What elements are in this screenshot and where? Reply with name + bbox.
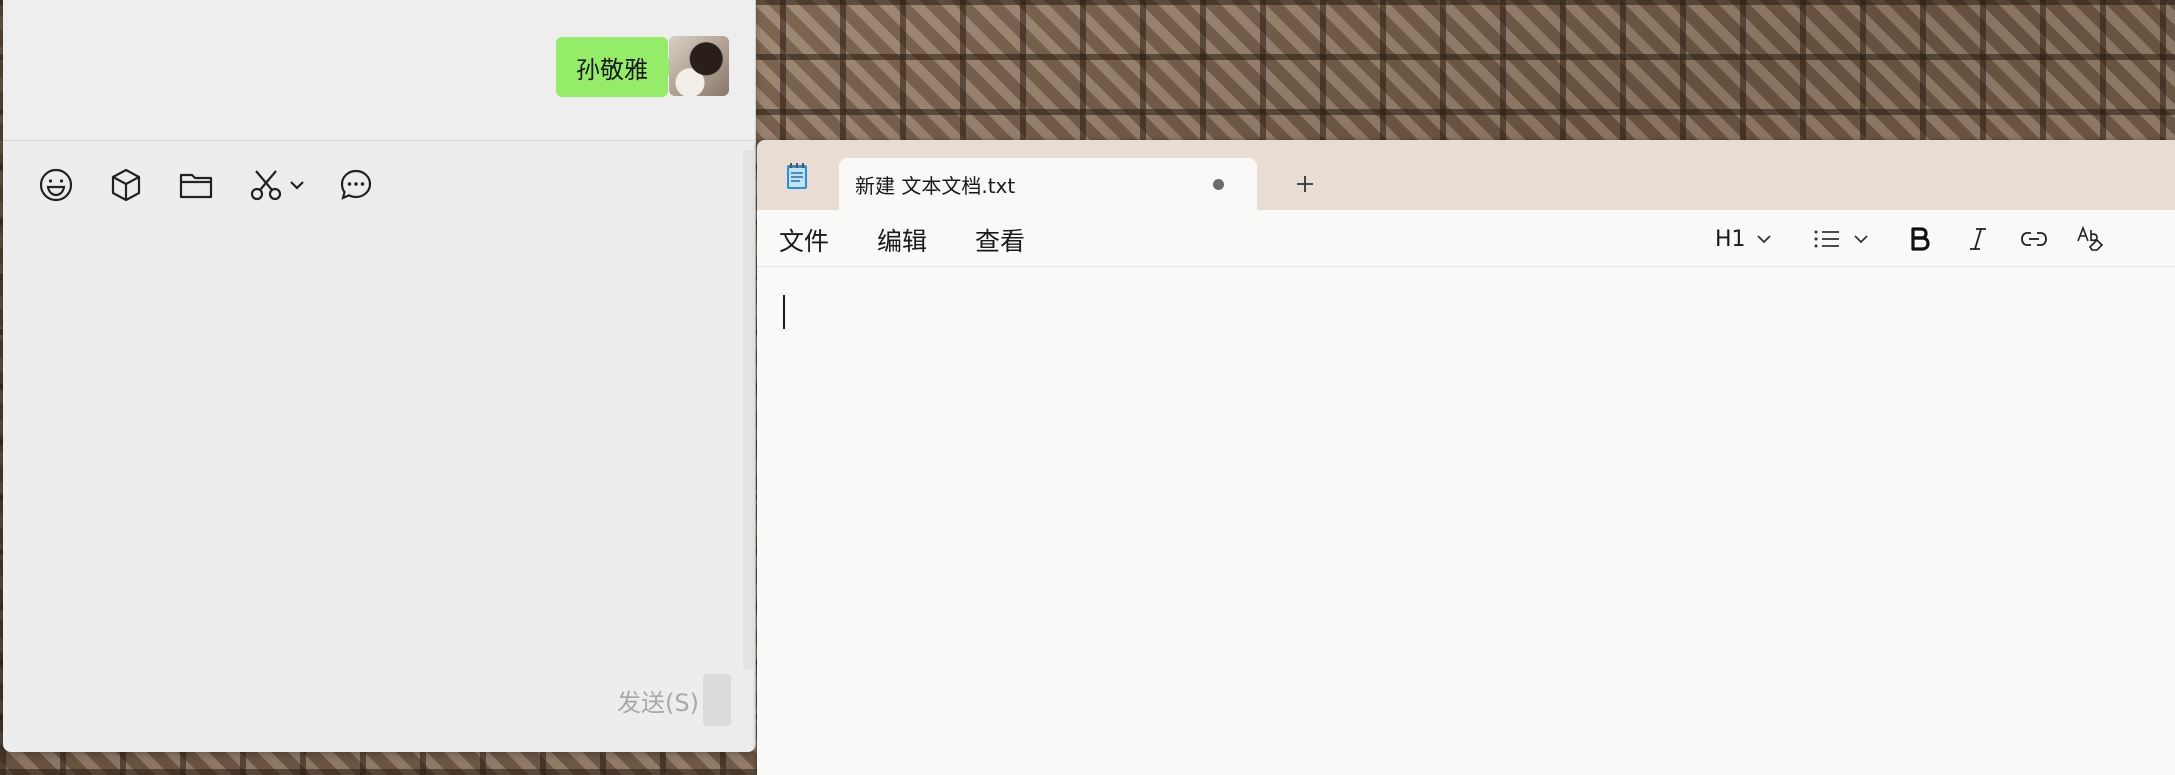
chevron-down-icon (1756, 235, 1771, 244)
clear-format-button[interactable] (2075, 222, 2105, 256)
notepad-app-icon (787, 163, 807, 189)
menu-bar: 文件 编辑 查看 H1 (757, 210, 2175, 267)
avatar[interactable] (669, 36, 729, 96)
bold-icon (1911, 227, 1930, 251)
new-tab-button[interactable] (1283, 162, 1327, 206)
message-area: 孙敬雅 (3, 0, 755, 140)
message-input[interactable] (3, 215, 755, 695)
italic-icon (1970, 228, 1986, 250)
box-icon (111, 168, 141, 202)
text-editor[interactable] (757, 267, 2175, 775)
heading-label: H1 (1715, 226, 1746, 252)
chevron-down-icon (1854, 235, 1868, 244)
divider (3, 140, 755, 141)
emoji-button[interactable] (31, 160, 81, 210)
chat-history-icon (340, 169, 372, 200)
message-bubble[interactable]: 孙敬雅 (556, 37, 678, 97)
scissors-icon (250, 170, 282, 201)
emoji-icon (39, 168, 73, 202)
screenshot-options-button[interactable] (289, 160, 309, 210)
folder-icon (179, 173, 213, 199)
chat-history-button[interactable] (331, 160, 381, 210)
unsaved-indicator-icon[interactable] (1213, 179, 1224, 190)
tab-title: 新建 文本文档.txt (855, 173, 1016, 198)
menu-file[interactable]: 文件 (779, 222, 829, 258)
italic-button[interactable] (1967, 222, 1989, 256)
menu-view[interactable]: 查看 (975, 222, 1025, 258)
heading-dropdown[interactable]: H1 (1715, 222, 1772, 256)
send-options-button[interactable] (703, 674, 731, 726)
link-icon (2021, 232, 2047, 246)
chat-window: 孙敬雅 发送(S) (3, 0, 756, 752)
list-dropdown[interactable] (1813, 222, 1869, 256)
send-label: 发送(S) (617, 688, 699, 717)
tab-document[interactable]: 新建 文本文档.txt (839, 158, 1257, 210)
chat-toolbar (31, 160, 401, 210)
file-transfer-button[interactable] (101, 160, 151, 210)
list-icon (1814, 230, 1839, 248)
link-button[interactable] (2019, 222, 2049, 256)
text-caret (783, 295, 785, 329)
send-button[interactable]: 发送(S) (609, 680, 707, 720)
chevron-down-icon (290, 181, 304, 190)
compose-scrollbar[interactable] (743, 150, 753, 670)
folder-button[interactable] (171, 160, 221, 210)
menu-edit[interactable]: 编辑 (877, 222, 927, 258)
screenshot-button[interactable] (241, 160, 291, 210)
notepad-window: 新建 文本文档.txt 文件 编辑 查看 H1 (757, 140, 2175, 775)
message-text: 孙敬雅 (576, 55, 648, 84)
title-bar: 新建 文本文档.txt (757, 140, 2175, 210)
plus-icon (1297, 176, 1313, 192)
bold-button[interactable] (1909, 222, 1931, 256)
clear-format-icon (2077, 225, 2104, 251)
